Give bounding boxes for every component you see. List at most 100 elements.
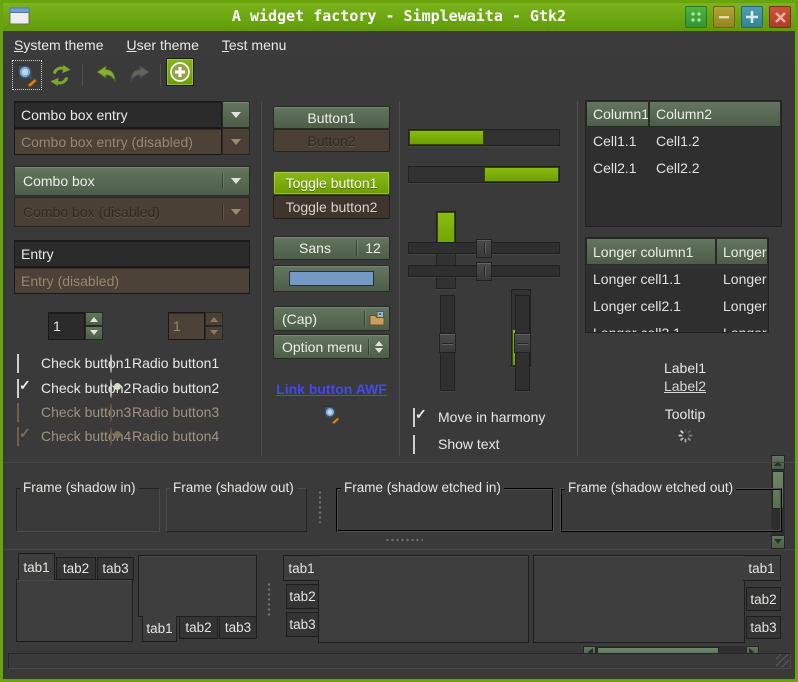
tab-tab3[interactable]: tab3 bbox=[286, 612, 319, 637]
tab-tab1[interactable]: tab1 bbox=[142, 616, 177, 642]
vscale-2[interactable] bbox=[514, 295, 531, 391]
toolbar-separator bbox=[160, 64, 161, 86]
link-button-awf[interactable]: Link button AWF bbox=[276, 381, 387, 397]
paned-handle-horizontal[interactable] bbox=[385, 538, 423, 542]
cell: Longer ce bbox=[716, 265, 768, 292]
tab-tab3[interactable]: tab3 bbox=[97, 557, 134, 580]
add-tool-button[interactable] bbox=[166, 58, 194, 86]
cell: Cell1.2 bbox=[649, 127, 781, 154]
tab-tab1[interactable]: tab1 bbox=[743, 555, 781, 581]
tab-tab1[interactable]: tab1 bbox=[18, 553, 55, 580]
combo-box-entry-dropdown[interactable] bbox=[222, 101, 250, 128]
column-header[interactable]: Longer col bbox=[716, 238, 768, 265]
scale-slider-handle[interactable] bbox=[476, 239, 492, 258]
cell: Longer cell2.1 bbox=[586, 292, 716, 319]
menu-user-theme[interactable]: User theme bbox=[126, 33, 209, 57]
entry-disabled-wrap bbox=[14, 267, 250, 294]
table-row[interactable]: Longer cell2.1 Longer ce bbox=[586, 292, 768, 319]
table-row[interactable]: Cell1.1 Cell1.2 bbox=[586, 127, 781, 154]
window-menu-icon bbox=[690, 11, 702, 23]
column-header[interactable]: Column2 bbox=[649, 101, 781, 127]
check-button-2[interactable] bbox=[17, 379, 19, 398]
frame-shadow-in: Frame (shadow in) bbox=[16, 488, 160, 532]
window-menu-button[interactable] bbox=[685, 6, 707, 28]
notebook-right-body bbox=[533, 555, 745, 643]
combo-box-entry-input[interactable] bbox=[14, 101, 222, 128]
radio-button-1[interactable] bbox=[110, 354, 112, 373]
spin-input[interactable] bbox=[48, 312, 85, 340]
frame-label: Frame (shadow in) bbox=[20, 480, 139, 495]
toolbar-separator bbox=[82, 64, 83, 86]
column-header[interactable]: Column1 bbox=[586, 101, 649, 127]
hscale-1[interactable] bbox=[408, 239, 560, 258]
triangle-up-icon bbox=[210, 313, 218, 322]
button1[interactable]: Button1 bbox=[273, 106, 390, 129]
scroll-down-button[interactable] bbox=[771, 535, 785, 549]
combo-box-entry-disabled bbox=[14, 128, 250, 155]
link-button-wrap: Link button AWF bbox=[273, 381, 390, 399]
tab-tab2[interactable]: tab2 bbox=[56, 557, 96, 580]
font-button[interactable]: Sans 12 bbox=[273, 236, 390, 260]
combo-box[interactable]: Combo box bbox=[14, 166, 250, 196]
paned-edge bbox=[3, 462, 795, 463]
radio-button-2[interactable] bbox=[110, 379, 112, 398]
frame-shadow-etched-out: Frame (shadow etched out) bbox=[560, 488, 782, 532]
spin-steppers[interactable] bbox=[85, 312, 103, 340]
check-radio-row: Check button3 Radio button3 bbox=[17, 404, 257, 422]
color-button[interactable] bbox=[273, 265, 390, 292]
entry-field[interactable] bbox=[14, 240, 250, 267]
refresh-tool-button[interactable] bbox=[45, 60, 75, 90]
hscale-2[interactable] bbox=[408, 262, 560, 281]
tab-tab2[interactable]: tab2 bbox=[286, 584, 319, 609]
maximize-button[interactable] bbox=[741, 6, 763, 28]
tab-tab3[interactable]: tab3 bbox=[219, 616, 257, 639]
paned-handle-vertical[interactable] bbox=[267, 582, 271, 616]
move-in-harmony-checkbox[interactable] bbox=[413, 408, 415, 427]
menu-label: ystem theme bbox=[23, 37, 103, 53]
cell: Longer ce bbox=[716, 292, 768, 319]
move-in-harmony-label: Move in harmony bbox=[438, 409, 545, 425]
label1: Label1 bbox=[585, 360, 785, 376]
option-menu[interactable]: Option menu bbox=[273, 334, 390, 359]
tab-tab2[interactable]: tab2 bbox=[179, 616, 218, 639]
button2-disabled: Button2 bbox=[273, 129, 390, 152]
combo-box-entry-disabled-dropdown bbox=[222, 128, 250, 155]
tab-tab1[interactable]: tab1 bbox=[283, 555, 319, 581]
spin-down-button[interactable] bbox=[85, 326, 103, 340]
toggle-button1[interactable]: Toggle button1 bbox=[273, 171, 390, 195]
table-row[interactable]: Longer cell3.1 Longer ce bbox=[586, 319, 768, 333]
column-header[interactable]: Longer column1 bbox=[586, 238, 716, 265]
scale-slider-handle[interactable] bbox=[514, 333, 531, 353]
spin-button[interactable] bbox=[48, 312, 103, 340]
vscale-1[interactable] bbox=[439, 295, 456, 391]
color-swatch bbox=[289, 271, 374, 286]
titlebar: A widget factory - Simplewaita - Gtk2 bbox=[3, 3, 795, 31]
tab-tab3[interactable]: tab3 bbox=[746, 616, 781, 639]
tab-tab2[interactable]: tab2 bbox=[746, 587, 781, 611]
radio-button-4 bbox=[110, 427, 112, 446]
menu-mnemonic: T bbox=[222, 37, 229, 53]
minimize-button[interactable] bbox=[713, 6, 735, 28]
undo-tool-button[interactable] bbox=[91, 60, 121, 90]
paned-handle-vertical[interactable] bbox=[318, 490, 322, 523]
table-row[interactable]: Cell2.1 Cell2.2 bbox=[586, 154, 781, 181]
scale-slider-handle[interactable] bbox=[476, 262, 492, 281]
menu-test-menu[interactable]: Test menu bbox=[222, 33, 298, 57]
scale-slider-handle[interactable] bbox=[439, 333, 456, 353]
find-replace-tool-button[interactable] bbox=[12, 60, 42, 90]
file-chooser-button[interactable]: (Cap) bbox=[273, 306, 390, 331]
combo-box-entry[interactable] bbox=[14, 101, 250, 128]
table-row[interactable]: Longer cell1.1 Longer ce bbox=[586, 265, 768, 292]
menu-system-theme[interactable]: System theme bbox=[14, 33, 114, 57]
check-button-4 bbox=[17, 427, 19, 446]
add-icon bbox=[169, 61, 191, 83]
spin-up-button[interactable] bbox=[85, 312, 103, 326]
frame-label: Frame (shadow out) bbox=[170, 480, 297, 495]
resize-grip[interactable] bbox=[776, 654, 789, 667]
close-button[interactable] bbox=[769, 6, 791, 28]
chevron-down-icon bbox=[231, 178, 241, 189]
window-body: System theme User theme Test menu bbox=[3, 31, 795, 679]
option-menu-label: Option menu bbox=[282, 339, 368, 355]
show-text-checkbox[interactable] bbox=[413, 435, 415, 454]
check-button-1[interactable] bbox=[17, 354, 19, 373]
